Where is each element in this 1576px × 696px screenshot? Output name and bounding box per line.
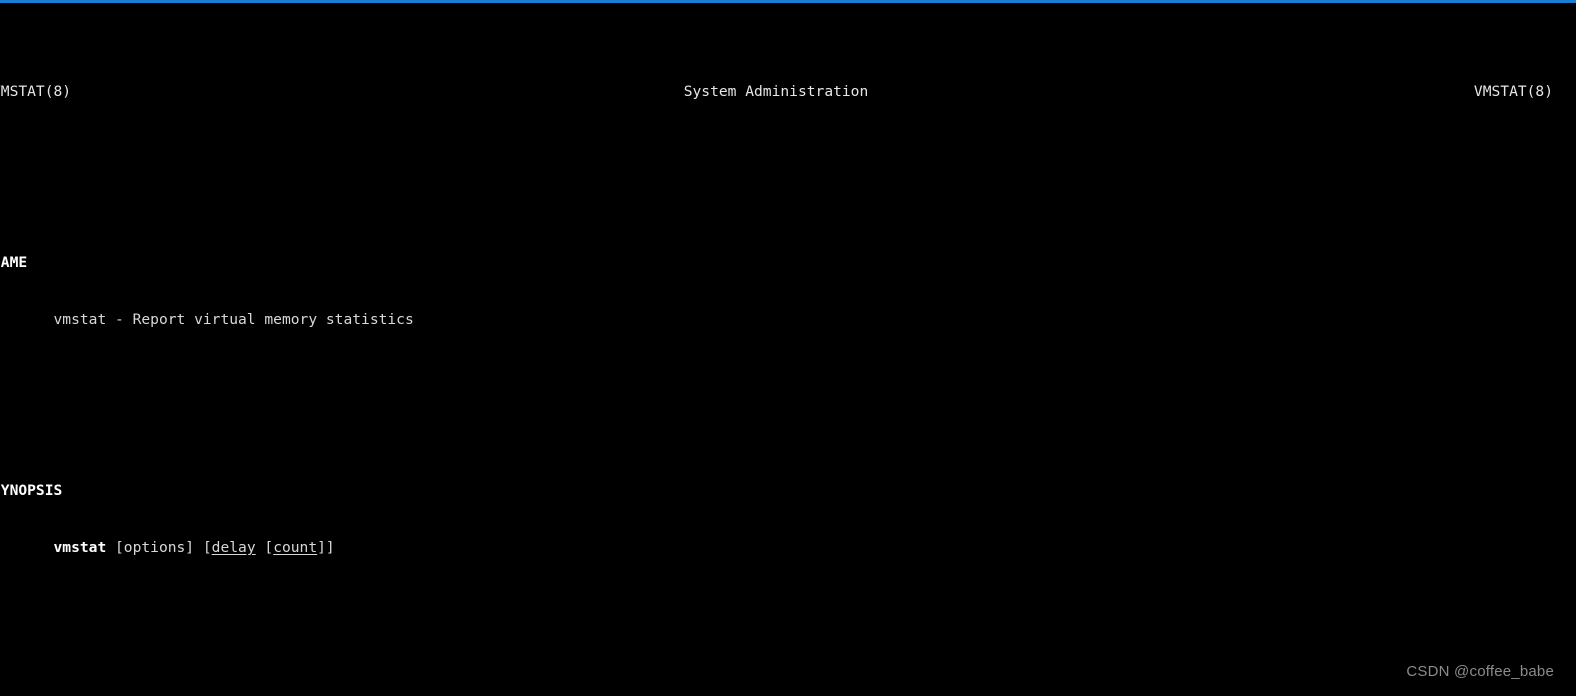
- top-accent-rule: [0, 0, 1576, 3]
- synopsis-command: vmstat: [53, 539, 107, 556]
- synopsis-count-arg: count: [273, 539, 318, 556]
- section-heading-name-label: NAME: [0, 254, 28, 271]
- synopsis-rest: [options] [: [106, 539, 212, 556]
- section-heading-synopsis-label: SYNOPSIS: [0, 482, 63, 499]
- name-body-text: vmstat - Report virtual memory statistic…: [53, 311, 414, 328]
- section-heading-synopsis: SYNOPSIS: [0, 481, 1576, 500]
- csdn-watermark: CSDN @coffee_babe: [1406, 663, 1554, 680]
- man-header-center: System Administration: [683, 83, 869, 100]
- section-heading-name: NAME: [0, 253, 1576, 272]
- synopsis-body: vmstat [options] [delay [count]]: [0, 538, 1576, 557]
- synopsis-tail: ]]: [317, 539, 335, 556]
- man-header: VMSTAT(8) System Administration VMSTAT(8…: [0, 82, 1560, 101]
- name-body: vmstat - Report virtual memory statistic…: [0, 310, 1576, 329]
- man-header-right: VMSTAT(8): [1473, 83, 1553, 100]
- synopsis-mid: [: [255, 539, 274, 556]
- terminal-window: VMSTAT(8) System Administration VMSTAT(8…: [0, 0, 1576, 696]
- man-page-content: VMSTAT(8) System Administration VMSTAT(8…: [0, 6, 1576, 696]
- synopsis-delay-arg: delay: [211, 539, 256, 556]
